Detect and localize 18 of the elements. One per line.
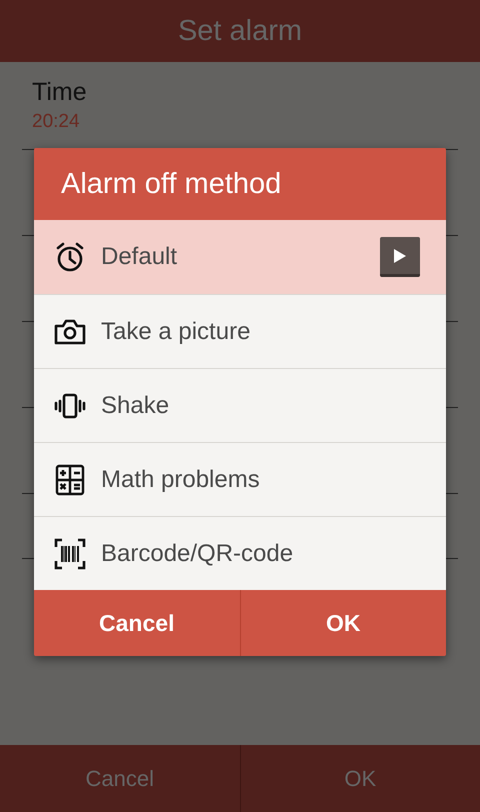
vibrating-phone-icon bbox=[54, 392, 86, 418]
option-item[interactable]: Math problems bbox=[34, 442, 446, 516]
play-icon bbox=[394, 248, 406, 262]
option-item[interactable]: Shake bbox=[34, 368, 446, 442]
camera-icon bbox=[54, 318, 86, 346]
setting-value: 20:24 bbox=[32, 111, 80, 133]
calculator-icon bbox=[55, 464, 85, 496]
barcode-icon bbox=[54, 538, 86, 570]
setting-label: Time bbox=[32, 78, 87, 107]
alarm-clock-icon bbox=[54, 241, 86, 273]
dialog-button[interactable]: Cancel bbox=[34, 590, 240, 656]
option-item[interactable]: Barcode/QR-code bbox=[34, 516, 446, 590]
option-item[interactable]: Take a picture bbox=[34, 294, 446, 368]
dialog-title: Alarm off method bbox=[34, 148, 446, 220]
dialog-button[interactable]: OK bbox=[240, 590, 446, 656]
screen-title: Set alarm bbox=[178, 14, 302, 48]
play-button[interactable] bbox=[380, 237, 420, 277]
option-item[interactable]: Default bbox=[34, 220, 446, 294]
